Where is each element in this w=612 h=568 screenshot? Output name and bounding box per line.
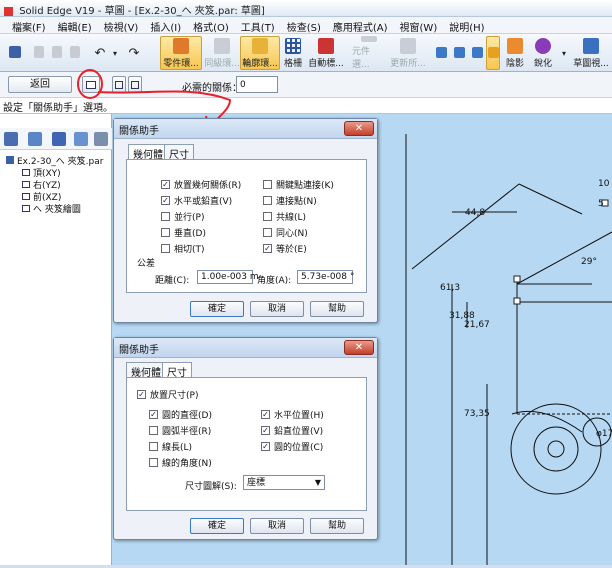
tab-geometry[interactable]: 幾何體 bbox=[128, 144, 168, 161]
checkbox-circle-position[interactable]: ✓ 圓的位置(C) bbox=[261, 440, 323, 453]
checkbox-perpendicular[interactable]: 垂直(D) bbox=[161, 226, 206, 239]
close-icon: ✕ bbox=[354, 342, 364, 353]
help-button[interactable]: 幫助 bbox=[310, 301, 364, 317]
tolerance-label: 公差 bbox=[137, 259, 156, 269]
dimension-panel: ✓ 放置尺寸(P) ✓ 圓的直徑(D) 圓弧半徑(R) 線長(L) 線的角度(N) … bbox=[126, 377, 367, 511]
checkbox-vertical-position[interactable]: ✓ 鉛直位置(V) bbox=[261, 424, 323, 437]
check-icon: ✓ bbox=[137, 390, 146, 399]
dialog-title-bar: 關係助手 ✕ bbox=[114, 119, 377, 139]
ok-button[interactable]: 確定 bbox=[190, 518, 244, 534]
check-icon: ✓ bbox=[161, 180, 170, 189]
help-button[interactable]: 幫助 bbox=[310, 518, 364, 534]
checkbox-equal[interactable]: ✓ 等於(E) bbox=[263, 242, 307, 255]
relationship-assistant-dialog-dimension: 關係助手 ✕ 幾何體 尺寸 ✓ 放置尺寸(P) ✓ 圓的直徑(D) 圓弧半徑(R) 線… bbox=[113, 337, 378, 540]
dimension-style-label: 尺寸圖解(S): bbox=[185, 482, 237, 492]
distance-field[interactable]: 1.00e-003 m bbox=[197, 270, 259, 284]
checkbox-connect[interactable]: 連接點(N) bbox=[263, 194, 317, 207]
close-icon: ✕ bbox=[354, 123, 364, 134]
angle-label: 角度(A): bbox=[257, 276, 292, 286]
checkbox-arc-radius[interactable]: 圓弧半徑(R) bbox=[149, 424, 211, 437]
check-icon: ✓ bbox=[261, 426, 270, 435]
check-icon: ✓ bbox=[261, 410, 270, 419]
checkbox-place-dimension[interactable]: ✓ 放置尺寸(P) bbox=[137, 388, 198, 401]
angle-field[interactable]: 5.73e-008 ° bbox=[297, 270, 354, 284]
checkbox-concentric[interactable]: 同心(N) bbox=[263, 226, 308, 239]
check-icon: ✓ bbox=[149, 410, 158, 419]
tab-dimension[interactable]: 尺寸 bbox=[162, 362, 192, 379]
check-icon: ✓ bbox=[261, 442, 270, 451]
checkbox-horizontal-vertical[interactable]: ✓ 水平或鉛直(V) bbox=[161, 194, 232, 207]
dimension-style-select[interactable]: 座標 ▼ bbox=[243, 475, 325, 490]
check-icon: ✓ bbox=[263, 244, 272, 253]
tab-geometry[interactable]: 幾何體 bbox=[126, 362, 166, 379]
geometry-panel: ✓ 放置幾何關係(R) ✓ 水平或鉛直(V) 並行(P) 垂直(D) 相切(T) 關… bbox=[126, 159, 367, 293]
checkbox-line-angle[interactable]: 線的角度(N) bbox=[149, 456, 212, 469]
checkbox-tangent[interactable]: 相切(T) bbox=[161, 242, 205, 255]
checkbox-horizontal-position[interactable]: ✓ 水平位置(H) bbox=[261, 408, 324, 421]
distance-label: 距離(C): bbox=[155, 276, 190, 286]
close-button[interactable]: ✕ bbox=[344, 340, 374, 355]
chevron-down-icon: ▼ bbox=[314, 478, 321, 487]
checkbox-place-geometry[interactable]: ✓ 放置幾何關係(R) bbox=[161, 178, 241, 191]
cancel-button[interactable]: 取消 bbox=[250, 301, 304, 317]
relationship-assistant-dialog-geometry: 關係助手 ✕ 幾何體 尺寸 ✓ 放置幾何關係(R) ✓ 水平或鉛直(V) 並行(P) … bbox=[113, 118, 378, 323]
highlight-circle bbox=[77, 69, 103, 99]
checkbox-circle-diameter[interactable]: ✓ 圓的直徑(D) bbox=[149, 408, 212, 421]
cancel-button[interactable]: 取消 bbox=[250, 518, 304, 534]
checkbox-collinear[interactable]: 共線(L) bbox=[263, 210, 306, 223]
checkbox-parallel[interactable]: 並行(P) bbox=[161, 210, 204, 223]
ok-button[interactable]: 確定 bbox=[190, 301, 244, 317]
close-button[interactable]: ✕ bbox=[344, 121, 374, 136]
tab-dimension[interactable]: 尺寸 bbox=[164, 144, 194, 161]
check-icon: ✓ bbox=[161, 196, 170, 205]
checkbox-keypoint[interactable]: 關鍵點連接(K) bbox=[263, 178, 334, 191]
dialog-title-bar: 關係助手 ✕ bbox=[114, 338, 377, 358]
checkbox-line-length[interactable]: 線長(L) bbox=[149, 440, 192, 453]
